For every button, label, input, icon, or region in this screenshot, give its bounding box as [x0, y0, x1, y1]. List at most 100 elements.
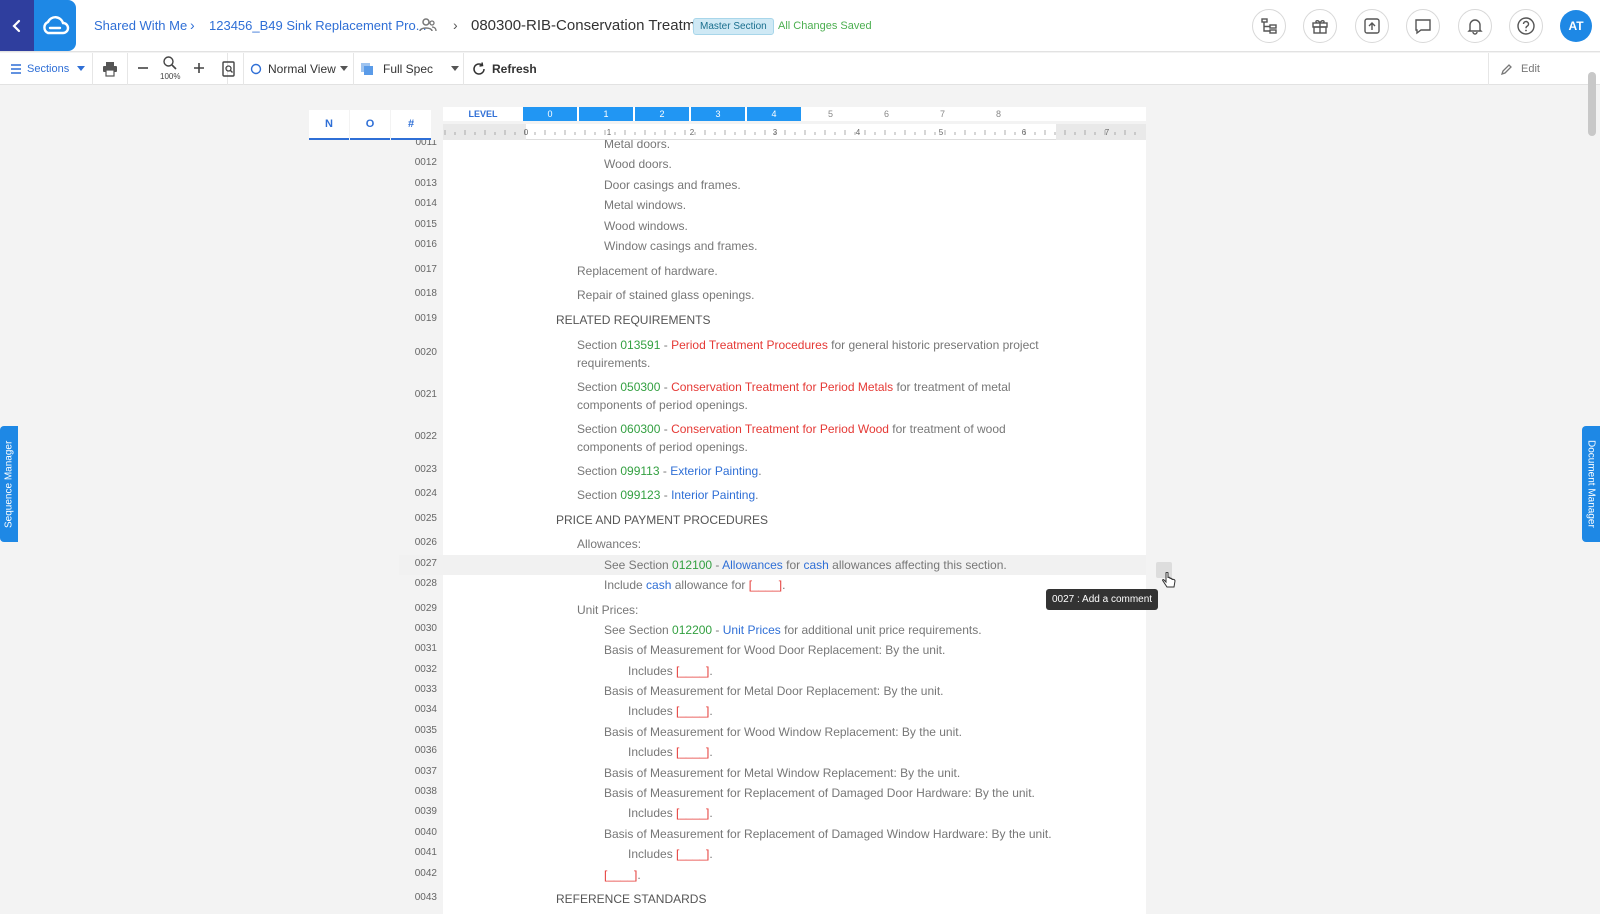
- line-number: 0041: [414, 847, 437, 858]
- back-button[interactable]: [0, 0, 34, 51]
- document-line[interactable]: 0013 Door casings and frames.: [399, 175, 1146, 195]
- line-text: Window casings and frames.: [604, 237, 1069, 255]
- level-4-button[interactable]: 4: [747, 107, 802, 121]
- linked-text[interactable]: Unit Prices: [723, 623, 781, 637]
- edit-button[interactable]: Edit: [1488, 53, 1588, 85]
- document-line[interactable]: 0040 Basis of Measurement for Replacement…: [399, 824, 1146, 844]
- document-line[interactable]: 0021 Section 050300 - Conservation Treatm…: [399, 377, 1146, 415]
- app-logo[interactable]: [34, 0, 76, 51]
- linked-text[interactable]: Period Treatment Procedures: [671, 338, 828, 352]
- document-line[interactable]: 0018 Repair of stained glass openings.: [399, 285, 1146, 305]
- document-line[interactable]: 0029 Unit Prices:: [399, 600, 1146, 620]
- document-line[interactable]: 0017 Replacement of hardware.: [399, 261, 1146, 281]
- column-tab-n[interactable]: N: [309, 110, 349, 140]
- column-header: N O #: [309, 110, 437, 140]
- linked-text[interactable]: cash: [803, 558, 828, 572]
- upload-button[interactable]: [1355, 9, 1389, 43]
- document-line[interactable]: 0035 Basis of Measurement for Wood Window…: [399, 722, 1146, 742]
- view-dropdown[interactable]: Normal View: [244, 53, 354, 85]
- notifications-button[interactable]: [1458, 9, 1492, 43]
- document-line[interactable]: 0038 Basis of Measurement for Replacement…: [399, 783, 1146, 803]
- level-3-button[interactable]: 3: [691, 107, 746, 121]
- document-line[interactable]: 0019 RELATED REQUIREMENTS: [399, 310, 1146, 330]
- linked-text[interactable]: [____]: [676, 847, 709, 861]
- users-icon[interactable]: [419, 16, 437, 39]
- print-button[interactable]: [93, 53, 128, 85]
- document-line[interactable]: 0031 Basis of Measurement for Wood Door R…: [399, 640, 1146, 660]
- scrollbar[interactable]: [1588, 72, 1596, 136]
- refresh-button[interactable]: Refresh: [464, 53, 554, 85]
- line-number: 0020: [414, 347, 437, 358]
- document-line[interactable]: 0042 [____].: [399, 865, 1146, 885]
- chat-button[interactable]: [1406, 9, 1440, 43]
- section-number[interactable]: 012100: [672, 558, 712, 572]
- breadcrumb-shared[interactable]: Shared With Me: [94, 18, 187, 33]
- document-line[interactable]: 0033 Basis of Measurement for Metal Door …: [399, 681, 1146, 701]
- upload-icon: [1364, 18, 1380, 34]
- document-line[interactable]: 0037 Basis of Measurement for Metal Windo…: [399, 763, 1146, 783]
- sequence-manager-tab[interactable]: Sequence Manager: [0, 426, 18, 542]
- linked-text[interactable]: [____]: [604, 868, 637, 882]
- linked-text[interactable]: Exterior Painting: [670, 464, 758, 478]
- document-line[interactable]: 0016 Window casings and frames.: [399, 236, 1146, 256]
- document-line[interactable]: 0034 Includes [____].: [399, 701, 1146, 721]
- linked-text[interactable]: Conservation Treatment for Period Wood: [671, 422, 889, 436]
- level-6-button[interactable]: 6: [859, 107, 914, 121]
- document-line[interactable]: 0026 Allowances:: [399, 534, 1146, 554]
- linked-text[interactable]: cash: [646, 578, 671, 592]
- linked-text[interactable]: [____]: [749, 578, 782, 592]
- gift-button[interactable]: [1303, 9, 1337, 43]
- document-line[interactable]: 0012 Wood doors.: [399, 154, 1146, 174]
- document-line[interactable]: 0024 Section 099123 - Interior Painting.: [399, 485, 1146, 505]
- help-button[interactable]: [1509, 9, 1543, 43]
- document-line[interactable]: 0030 See Section 012200 - Unit Prices for…: [399, 620, 1146, 640]
- sections-dropdown[interactable]: Sections: [0, 53, 93, 85]
- section-number[interactable]: 099123: [620, 488, 660, 502]
- text-run: Door casings and frames.: [604, 178, 741, 192]
- spec-dropdown[interactable]: Full Spec: [354, 53, 464, 85]
- linked-text[interactable]: [____]: [676, 745, 709, 759]
- level-2-button[interactable]: 2: [635, 107, 690, 121]
- document-manager-tab[interactable]: Document Manager: [1582, 426, 1600, 542]
- level-0-button[interactable]: 0: [523, 107, 578, 121]
- linked-text[interactable]: [____]: [676, 664, 709, 678]
- document-line[interactable]: 0015 Wood windows.: [399, 216, 1146, 236]
- level-1-button[interactable]: 1: [579, 107, 634, 121]
- document-line[interactable]: 0027 See Section 012100 - Allowances for …: [399, 555, 1146, 575]
- ruler-label: 6: [1022, 128, 1027, 137]
- level-8-button[interactable]: 8: [971, 107, 1026, 121]
- document-line[interactable]: 0028 Include cash allowance for [____].: [399, 575, 1146, 595]
- document-line[interactable]: 0014 Metal windows.: [399, 195, 1146, 215]
- document-line[interactable]: 0025 PRICE AND PAYMENT PROCEDURES: [399, 510, 1146, 530]
- zoom-out-button[interactable]: [136, 61, 150, 75]
- linked-text[interactable]: [____]: [676, 704, 709, 718]
- level-5-button[interactable]: 5: [803, 107, 858, 121]
- level-7-button[interactable]: 7: [915, 107, 970, 121]
- document-line[interactable]: 0023 Section 099113 - Exterior Painting.: [399, 461, 1146, 481]
- find-button[interactable]: [214, 53, 244, 85]
- column-tab-number[interactable]: #: [391, 110, 431, 140]
- section-number[interactable]: 050300: [620, 380, 660, 394]
- column-tab-o[interactable]: O: [350, 110, 390, 140]
- linked-text[interactable]: [____]: [676, 806, 709, 820]
- document-line[interactable]: 0020 Section 013591 - Period Treatment Pr…: [399, 335, 1146, 373]
- document-line[interactable]: 0022 Section 060300 - Conservation Treatm…: [399, 419, 1146, 457]
- document-line[interactable]: 0011 Metal doors.: [399, 140, 1146, 154]
- section-number[interactable]: 013591: [620, 338, 660, 352]
- document-line[interactable]: 0043 REFERENCE STANDARDS: [399, 889, 1146, 909]
- linked-text[interactable]: Allowances: [722, 558, 783, 572]
- user-avatar[interactable]: AT: [1560, 10, 1592, 42]
- linked-text[interactable]: Conservation Treatment for Period Metals: [671, 380, 893, 394]
- linked-text[interactable]: Interior Painting: [671, 488, 755, 502]
- zoom-in-button[interactable]: [192, 61, 206, 75]
- section-number[interactable]: 060300: [620, 422, 660, 436]
- structure-button[interactable]: [1252, 9, 1286, 43]
- spec-label: Full Spec: [383, 62, 434, 76]
- breadcrumb-project[interactable]: 123456_B49 Sink Replacement Pro...: [209, 18, 427, 33]
- document-line[interactable]: 0041 Includes [____].: [399, 844, 1146, 864]
- document-line[interactable]: 0036 Includes [____].: [399, 742, 1146, 762]
- section-number[interactable]: 099113: [620, 464, 659, 478]
- document-line[interactable]: 0039 Includes [____].: [399, 803, 1146, 823]
- section-number[interactable]: 012200: [672, 623, 712, 637]
- document-line[interactable]: 0032 Includes [____].: [399, 661, 1146, 681]
